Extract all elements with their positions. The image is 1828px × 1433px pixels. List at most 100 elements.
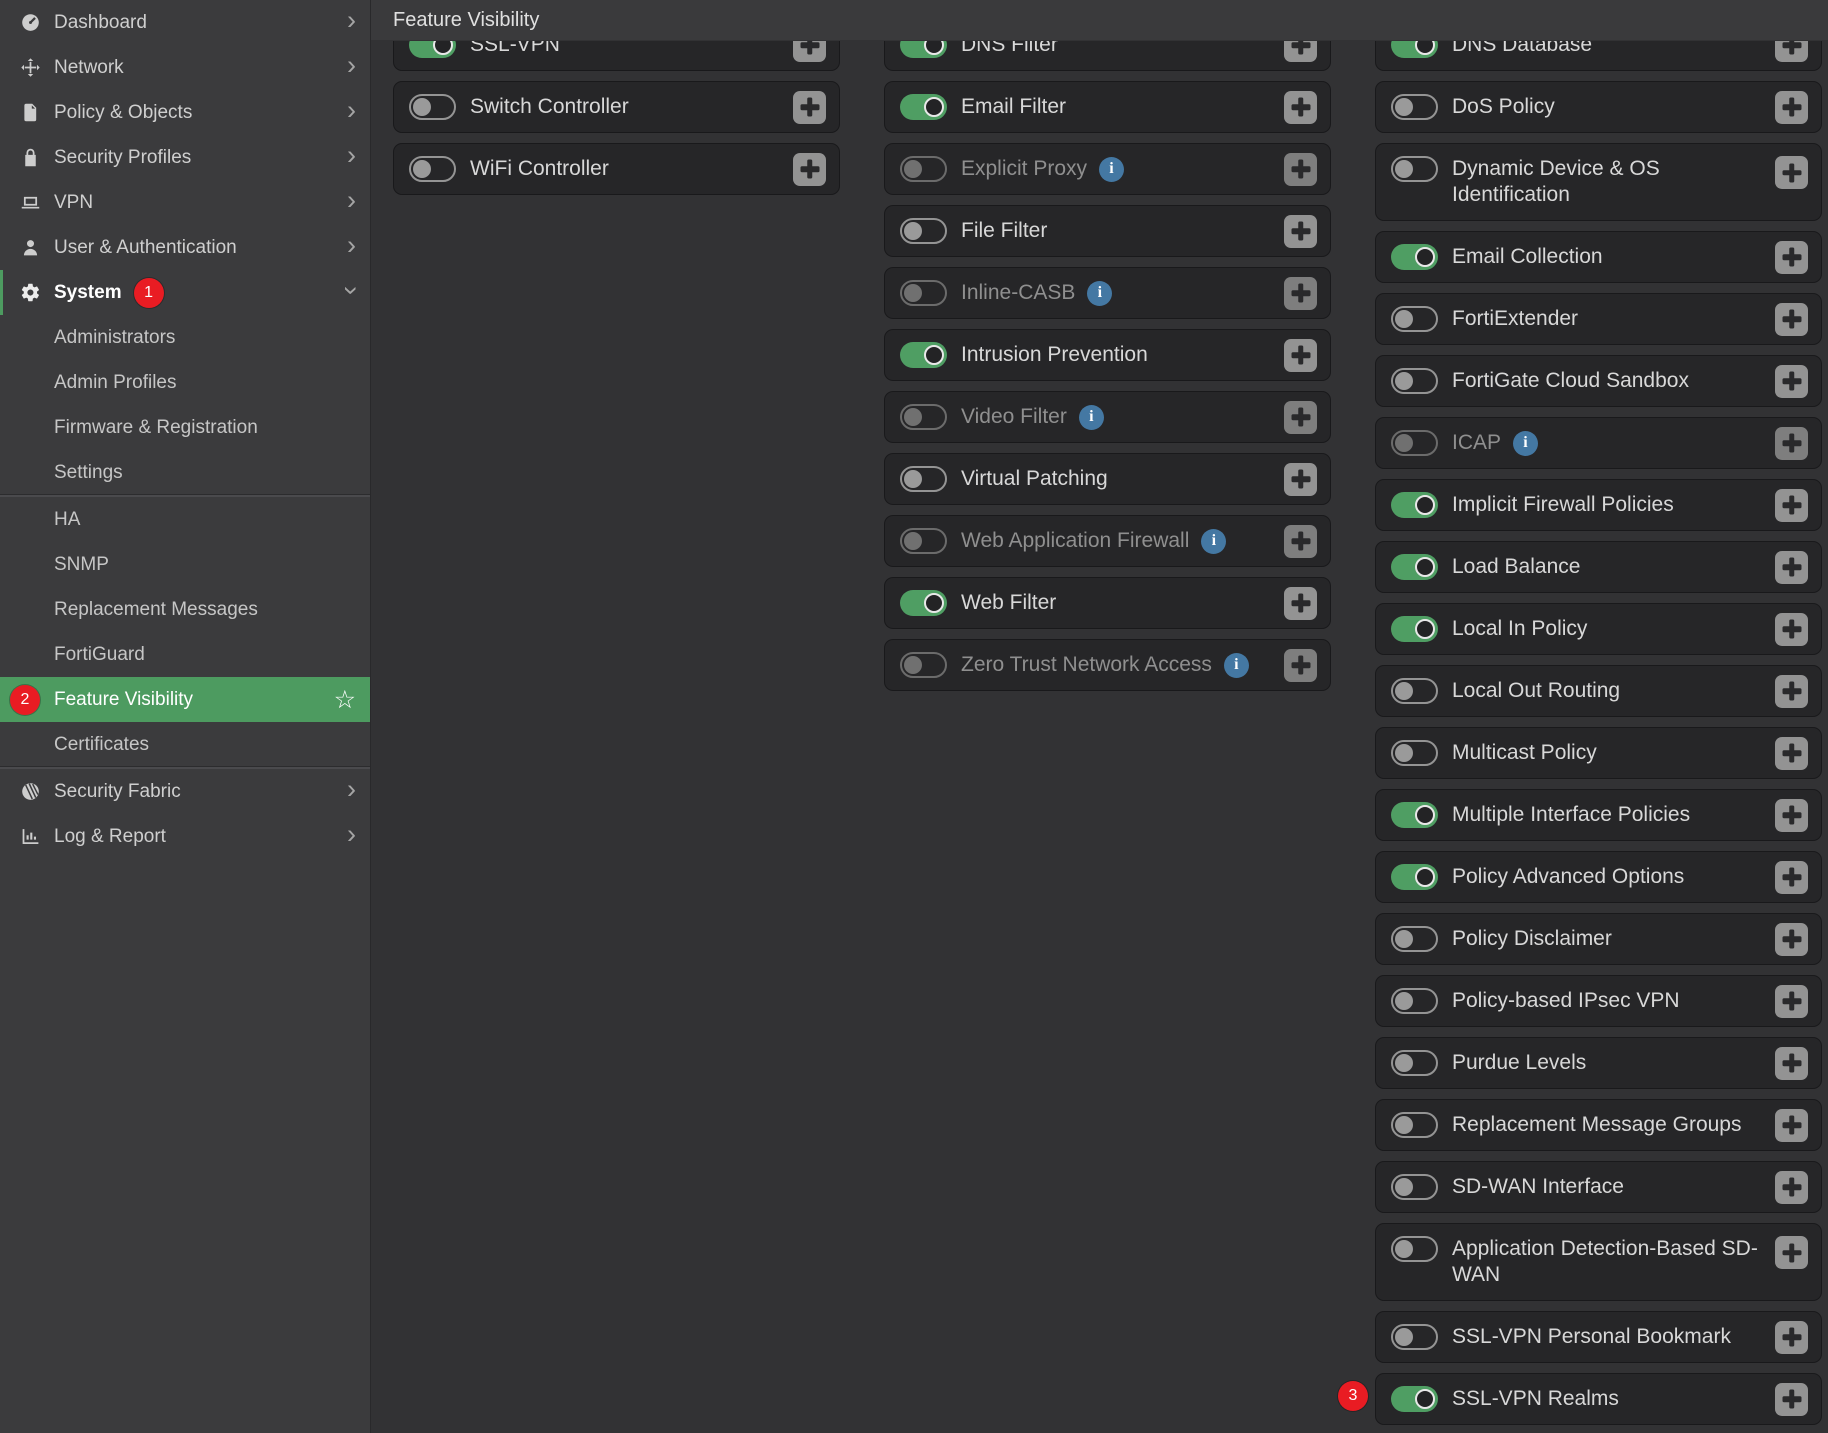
toggle-knob [1395, 930, 1413, 948]
add-widget-button[interactable] [1775, 365, 1808, 398]
sidebar-item-administrators[interactable]: Administrators [0, 315, 370, 360]
toggle-policy-advanced-options[interactable] [1391, 864, 1438, 890]
add-widget-button[interactable] [1284, 463, 1317, 496]
add-widget-button[interactable] [1775, 675, 1808, 708]
star-icon[interactable]: ☆ [334, 687, 356, 712]
sidebar-item-security-fabric[interactable]: Security Fabric› [0, 769, 370, 814]
toggle-local-in-policy[interactable] [1391, 616, 1438, 642]
toggle-ssl-vpn-personal-bookmark[interactable] [1391, 1324, 1438, 1350]
add-widget-button[interactable] [1775, 613, 1808, 646]
toggle-application-detection-based-sd-wan[interactable] [1391, 1236, 1438, 1262]
toggle-web-filter[interactable] [900, 590, 947, 616]
sidebar-item-fortiguard[interactable]: FortiGuard [0, 632, 370, 677]
add-widget-button[interactable] [1284, 91, 1317, 124]
add-widget-button[interactable] [1284, 153, 1317, 186]
sidebar-item-certificates[interactable]: Certificates [0, 722, 370, 767]
add-widget-button[interactable] [1775, 489, 1808, 522]
toggle-dynamic-device-os-identification[interactable] [1391, 156, 1438, 182]
toggle-file-filter[interactable] [900, 218, 947, 244]
toggle-replacement-message-groups[interactable] [1391, 1112, 1438, 1138]
sidebar-item-policy-objects[interactable]: Policy & Objects› [0, 90, 370, 135]
toggle-icap[interactable] [1391, 430, 1438, 456]
add-widget-button[interactable] [1284, 587, 1317, 620]
add-widget-button[interactable] [1284, 215, 1317, 248]
add-widget-button[interactable] [1775, 1047, 1808, 1080]
sidebar-item-firmware-registration[interactable]: Firmware & Registration [0, 405, 370, 450]
add-widget-button[interactable] [1284, 649, 1317, 682]
toggle-multicast-policy[interactable] [1391, 740, 1438, 766]
document-icon [18, 102, 42, 124]
add-widget-button[interactable] [1775, 923, 1808, 956]
sidebar-item-replacement-messages[interactable]: Replacement Messages [0, 587, 370, 632]
add-widget-button[interactable] [1284, 339, 1317, 372]
add-widget-button[interactable] [1284, 277, 1317, 310]
add-widget-button[interactable] [1284, 525, 1317, 558]
toggle-local-out-routing[interactable] [1391, 678, 1438, 704]
content: SSL-VPNSwitch ControllerWiFi ControllerD… [371, 0, 1828, 1433]
toggle-virtual-patching[interactable] [900, 466, 947, 492]
add-widget-button[interactable] [1775, 861, 1808, 894]
sidebar-item-vpn[interactable]: VPN› [0, 180, 370, 225]
toggle-email-filter[interactable] [900, 94, 947, 120]
toggle-web-application-firewall[interactable] [900, 528, 947, 554]
toggle-ssl-vpn-realms[interactable] [1391, 1386, 1438, 1412]
add-widget-button[interactable] [1775, 799, 1808, 832]
add-widget-button[interactable] [1775, 427, 1808, 460]
feature-label: Multicast Policy [1452, 740, 1597, 766]
add-widget-button[interactable] [1775, 241, 1808, 274]
sidebar-item-log-report[interactable]: Log & Report› [0, 814, 370, 859]
toggle-intrusion-prevention[interactable] [900, 342, 947, 368]
feature-label: Multiple Interface Policies [1452, 802, 1690, 828]
toggle-purdue-levels[interactable] [1391, 1050, 1438, 1076]
add-widget-button[interactable] [1284, 401, 1317, 434]
feature-card-policy-advanced-options: Policy Advanced Options [1375, 851, 1822, 903]
add-widget-button[interactable] [793, 91, 826, 124]
toggle-email-collection[interactable] [1391, 244, 1438, 270]
add-widget-button[interactable] [1775, 551, 1808, 584]
sidebar-item-snmp[interactable]: SNMP [0, 542, 370, 587]
toggle-policy-based-ipsec-vpn[interactable] [1391, 988, 1438, 1014]
add-widget-button[interactable] [1775, 1321, 1808, 1354]
toggle-sd-wan-interface[interactable] [1391, 1174, 1438, 1200]
toggle-explicit-proxy[interactable] [900, 156, 947, 182]
add-widget-button[interactable] [1775, 1236, 1808, 1269]
toggle-zero-trust-network-access[interactable] [900, 652, 947, 678]
add-widget-button[interactable] [1775, 985, 1808, 1018]
add-widget-button[interactable] [793, 153, 826, 186]
toggle-load-balance[interactable] [1391, 554, 1438, 580]
feature-label: Application Detection-Based SD-WAN [1452, 1236, 1775, 1289]
toggle-policy-disclaimer[interactable] [1391, 926, 1438, 952]
feature-card-web-application-firewall: Web Application Firewalli [884, 515, 1331, 567]
sidebar-item-ha[interactable]: HA [0, 497, 370, 542]
feature-label: ICAP [1452, 430, 1501, 456]
sidebar-item-settings[interactable]: Settings [0, 450, 370, 495]
add-widget-button[interactable] [1775, 1171, 1808, 1204]
sidebar-item-feature-visibility[interactable]: 2Feature Visibility☆ [0, 677, 370, 722]
sidebar-item-security-profiles[interactable]: Security Profiles› [0, 135, 370, 180]
feature-card-ssl-vpn-personal-bookmark: SSL-VPN Personal Bookmark [1375, 1311, 1822, 1363]
toggle-implicit-firewall-policies[interactable] [1391, 492, 1438, 518]
toggle-wifi-controller[interactable] [409, 156, 456, 182]
toggle-video-filter[interactable] [900, 404, 947, 430]
add-widget-button[interactable] [1775, 91, 1808, 124]
toggle-inline-casb[interactable] [900, 280, 947, 306]
toggle-multiple-interface-policies[interactable] [1391, 802, 1438, 828]
add-widget-button[interactable] [1775, 1109, 1808, 1142]
add-widget-button[interactable] [1775, 156, 1808, 189]
feature-label: Load Balance [1452, 554, 1580, 580]
toggle-fortiextender[interactable] [1391, 306, 1438, 332]
add-widget-button[interactable] [1775, 303, 1808, 336]
toggle-fortigate-cloud-sandbox[interactable] [1391, 368, 1438, 394]
sidebar-item-label: Settings [54, 462, 123, 484]
add-widget-button[interactable] [1775, 1383, 1808, 1416]
sidebar-item-network[interactable]: Network› [0, 45, 370, 90]
sidebar-item-user-authentication[interactable]: User & Authentication› [0, 225, 370, 270]
sidebar-item-system[interactable]: System1› [0, 270, 370, 315]
toggle-switch-controller[interactable] [409, 94, 456, 120]
sidebar-item-label: Log & Report [54, 826, 166, 848]
toggle-dos-policy[interactable] [1391, 94, 1438, 120]
sidebar-item-dashboard[interactable]: Dashboard› [0, 0, 370, 45]
info-icon: i [1079, 405, 1104, 430]
sidebar-item-admin-profiles[interactable]: Admin Profiles [0, 360, 370, 405]
add-widget-button[interactable] [1775, 737, 1808, 770]
